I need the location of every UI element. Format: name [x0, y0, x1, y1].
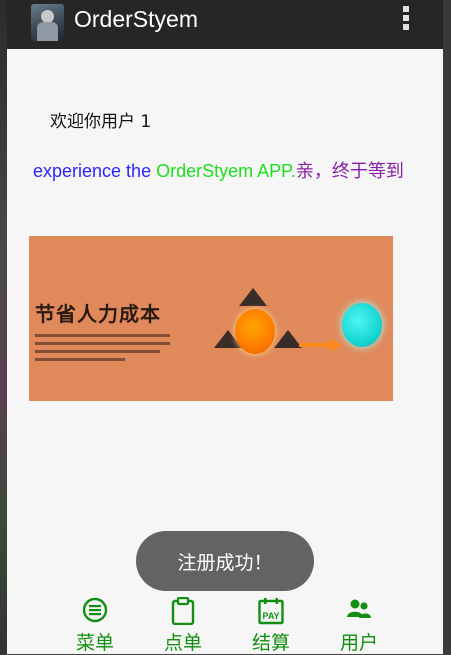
banner-caption-line — [35, 358, 125, 361]
screen-left-edge — [0, 0, 7, 654]
banner-headline: 节省人力成本 — [35, 302, 161, 326]
nav-label-user: 用户 — [339, 632, 378, 654]
main-content: 欢迎你用户 1 experience the OrderStyem APP.亲，… — [7, 49, 443, 654]
promo-banner-image: 节省人力成本 — [29, 236, 393, 401]
overflow-menu-icon[interactable] — [397, 3, 415, 37]
bottom-nav: 菜单 点单 PAY 结算 用户 — [58, 594, 398, 654]
nav-item-user[interactable]: 用户 — [329, 594, 389, 654]
cyan-figure-icon — [342, 303, 382, 347]
nav-label-menu: 菜单 — [75, 632, 114, 654]
menu-list-icon — [82, 597, 108, 623]
app-avatar-icon[interactable] — [31, 4, 64, 41]
nav-item-checkout[interactable]: PAY 结算 — [241, 594, 301, 654]
app-title: OrderStyem — [74, 6, 198, 32]
nav-item-order[interactable]: 点单 — [153, 594, 213, 654]
welcome-text: 欢迎你用户 1 — [50, 112, 152, 132]
banner-caption-line — [35, 342, 170, 345]
overflow-dot — [403, 24, 409, 30]
nav-label-order: 点单 — [163, 632, 202, 654]
screen-right-edge — [443, 0, 451, 654]
svg-text:PAY: PAY — [262, 611, 279, 621]
overflow-dot — [403, 6, 409, 12]
service-bell-icon — [274, 330, 302, 348]
arrow-icon — [299, 338, 341, 352]
avatar-body — [37, 22, 58, 41]
orange-figure-icon — [235, 309, 275, 354]
marquee-part-3: 亲，终于等到 — [295, 161, 404, 181]
app-bar: OrderStyem — [7, 0, 443, 49]
banner-caption-line — [35, 334, 170, 337]
nav-item-menu[interactable]: 菜单 — [65, 594, 125, 654]
marquee-text: experience the OrderStyem APP.亲，终于等到 — [33, 157, 426, 183]
nav-label-checkout: 结算 — [251, 632, 290, 654]
overflow-dot — [403, 15, 409, 21]
pay-calendar-icon: PAY — [258, 598, 284, 625]
marquee-part-2: OrderStyem APP. — [156, 161, 296, 181]
marquee-part-1: experience the — [33, 161, 157, 181]
service-bell-icon — [239, 288, 267, 306]
banner-caption-line — [35, 350, 160, 353]
clipboard-icon — [171, 597, 195, 625]
toast-message: 注册成功！ — [136, 531, 314, 591]
users-icon — [347, 599, 371, 618]
